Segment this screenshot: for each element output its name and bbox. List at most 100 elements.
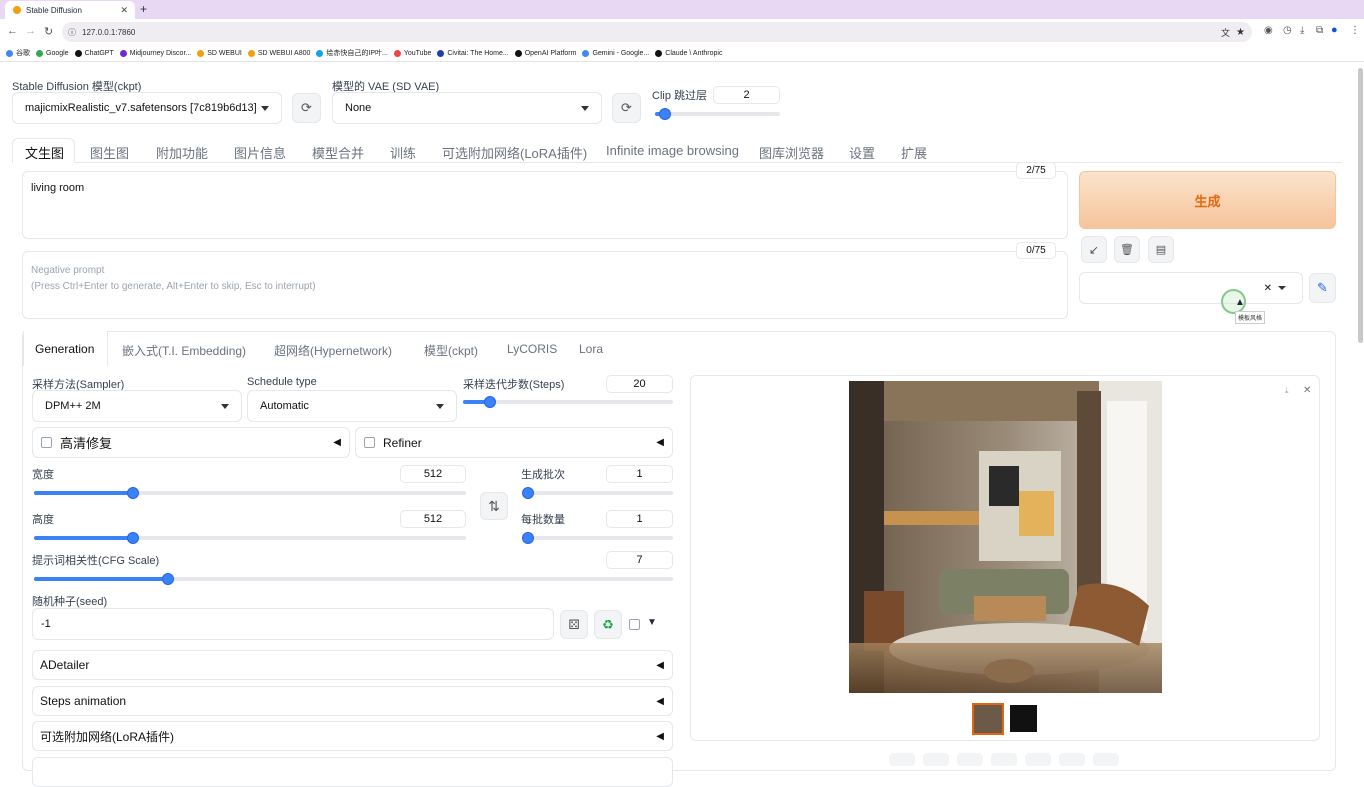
generate-button[interactable]: 生成 — [1079, 171, 1336, 229]
refresh-ckpt-button[interactable]: ⟳ — [292, 93, 321, 123]
download-icon[interactable]: ⤓ — [1285, 386, 1289, 396]
swap-dimensions-button[interactable]: ⇅ — [480, 492, 508, 520]
reuse-seed-button[interactable]: ♻ — [594, 610, 622, 639]
batch-size-input[interactable]: 1 — [606, 510, 673, 528]
close-gallery-icon[interactable]: ✕ — [1303, 385, 1311, 396]
extra-seed-arrow-icon[interactable]: ▼ — [647, 617, 657, 628]
gallery-thumbnail-1[interactable] — [972, 703, 1004, 735]
bookmark-item[interactable]: Midjourney Discor... — [119, 49, 191, 57]
bookmark-star-icon[interactable]: ★ — [1236, 27, 1245, 38]
upscale-button[interactable] — [1093, 753, 1119, 766]
tab-7[interactable]: Infinite image browsing — [606, 143, 739, 158]
random-seed-button[interactable]: ⚄ — [560, 610, 588, 639]
negative-prompt-input[interactable]: Negative prompt (Press Ctrl+Enter to gen… — [22, 251, 1068, 319]
close-tab-icon[interactable]: ✕ — [120, 5, 128, 16]
ckpt-dropdown[interactable]: majicmixRealistic_v7.safetensors [7c819b… — [12, 92, 282, 124]
styles-dropdown[interactable]: ✕ — [1079, 272, 1303, 304]
steps-slider[interactable] — [463, 396, 673, 408]
batch-size-slider[interactable] — [522, 532, 673, 544]
hires-checkbox[interactable] — [41, 437, 52, 448]
bookmark-item[interactable]: Google — [36, 49, 69, 57]
bookmark-item[interactable]: ChatGPT — [74, 49, 114, 57]
width-input[interactable]: 512 — [400, 465, 466, 483]
history-icon[interactable]: ◷ — [1283, 25, 1292, 36]
cfg-slider[interactable] — [34, 573, 673, 585]
forward-icon[interactable]: → — [25, 25, 36, 37]
bookmark-item[interactable]: Claude \ Anthropic — [655, 49, 722, 57]
vae-dropdown[interactable]: None — [332, 92, 602, 124]
tab-5[interactable]: 训练 — [390, 143, 416, 162]
seed-input[interactable]: -1 — [32, 608, 554, 640]
menu-dots-icon[interactable]: ⋮ — [1350, 25, 1360, 36]
profile-avatar-icon[interactable]: ● — [1331, 24, 1338, 36]
subtab-1[interactable]: 嵌入式(T.I. Embedding) — [122, 342, 246, 359]
send-to-inpaint-button[interactable] — [1025, 753, 1051, 766]
hires-fix-accordion[interactable]: 高清修复 ◀ — [32, 427, 350, 458]
bookmark-item[interactable]: SD WEBUI — [197, 49, 242, 57]
cfg-input[interactable]: 7 — [606, 551, 673, 569]
back-icon[interactable]: ← — [7, 25, 18, 37]
subtab-5[interactable]: Lora — [579, 342, 603, 356]
translate-icon[interactable]: 文 — [1221, 26, 1230, 39]
gallery-thumbnail-2[interactable] — [1010, 705, 1037, 732]
tab-2[interactable]: 附加功能 — [156, 143, 208, 162]
extra-networks-button[interactable]: ▤ — [1148, 236, 1174, 263]
page-scrollbar[interactable] — [1358, 68, 1363, 343]
tab-9[interactable]: 设置 — [849, 143, 875, 162]
height-slider[interactable] — [34, 532, 466, 544]
width-slider[interactable] — [34, 487, 466, 499]
bookmark-item[interactable]: Gemini - Google... — [582, 49, 649, 57]
tab-4[interactable]: 模型合并 — [312, 143, 364, 162]
downloads-icon[interactable]: ⤓ — [1300, 25, 1304, 36]
subtab-2[interactable]: 超网络(Hypernetwork) — [274, 342, 392, 359]
generated-image[interactable] — [849, 381, 1162, 693]
clip-skip-slider[interactable] — [655, 108, 780, 120]
bookmark-item[interactable]: YouTube — [393, 49, 431, 57]
refiner-accordion[interactable]: Refiner ◀ — [355, 427, 673, 458]
refresh-vae-button[interactable]: ⟳ — [612, 93, 641, 123]
batch-count-slider[interactable] — [522, 487, 673, 499]
lora-addon-accordion[interactable]: 可选附加网络(LoRA插件) ◀ — [32, 721, 673, 751]
bookmark-item[interactable]: OpenAI Platform — [514, 49, 576, 57]
clear-prompt-button[interactable]: 🗑 — [1114, 236, 1140, 263]
refiner-checkbox[interactable] — [364, 437, 375, 448]
sampler-dropdown[interactable]: DPM++ 2M — [32, 390, 242, 422]
subtab-0[interactable]: Generation — [35, 342, 94, 356]
schedule-dropdown[interactable]: Automatic — [247, 390, 457, 422]
tab-10[interactable]: 扩展 — [901, 143, 927, 162]
tab-3[interactable]: 图片信息 — [234, 143, 286, 162]
edit-styles-button[interactable]: ✎ — [1309, 273, 1336, 303]
open-folder-button[interactable] — [889, 753, 915, 766]
subtab-3[interactable]: 模型(ckpt) — [424, 342, 478, 359]
batch-count-input[interactable]: 1 — [606, 465, 673, 483]
height-input[interactable]: 512 — [400, 510, 466, 528]
adetailer-accordion[interactable]: ADetailer ◀ — [32, 650, 673, 680]
subtab-4[interactable]: LyCORIS — [507, 342, 557, 356]
bookmark-item[interactable]: Civitai: The Home... — [437, 49, 509, 57]
read-params-button[interactable]: ↙ — [1081, 236, 1107, 263]
tab-1[interactable]: 图生图 — [90, 143, 129, 162]
send-to-extras-button[interactable] — [1059, 753, 1085, 766]
puzzle-icon[interactable]: ⧉ — [1316, 25, 1323, 36]
extension-icon[interactable]: ◉ — [1264, 25, 1273, 36]
tab-6[interactable]: 可选附加网络(LoRA插件) — [442, 143, 587, 162]
bookmark-item[interactable]: 绘赤快自己的IP叶... — [316, 48, 388, 58]
zip-button[interactable] — [957, 753, 983, 766]
browser-tab[interactable]: Stable Diffusion ✕ — [5, 1, 135, 19]
new-tab-icon[interactable]: + — [140, 2, 147, 16]
clip-skip-input[interactable]: 2 — [713, 86, 780, 104]
site-info-icon[interactable]: ⓘ — [68, 27, 76, 38]
bookmark-item[interactable]: 谷歌 — [6, 48, 30, 58]
clear-style-icon[interactable]: ✕ — [1264, 283, 1272, 294]
bookmark-item[interactable]: SD WEBUI A800 — [247, 49, 310, 57]
send-to-img2img-button[interactable] — [991, 753, 1017, 766]
save-button[interactable] — [923, 753, 949, 766]
steps-animation-accordion[interactable]: Steps animation ◀ — [32, 686, 673, 716]
next-accordion[interactable] — [32, 757, 673, 787]
steps-input[interactable]: 20 — [606, 375, 673, 393]
address-bar[interactable]: ⓘ 127.0.0.1:7860 文 ★ — [62, 22, 1252, 42]
reload-icon[interactable]: ↻ — [44, 25, 53, 38]
tab-8[interactable]: 图库浏览器 — [759, 143, 824, 162]
positive-prompt-input[interactable]: living room — [22, 171, 1068, 239]
extra-seed-checkbox[interactable] — [629, 619, 640, 630]
